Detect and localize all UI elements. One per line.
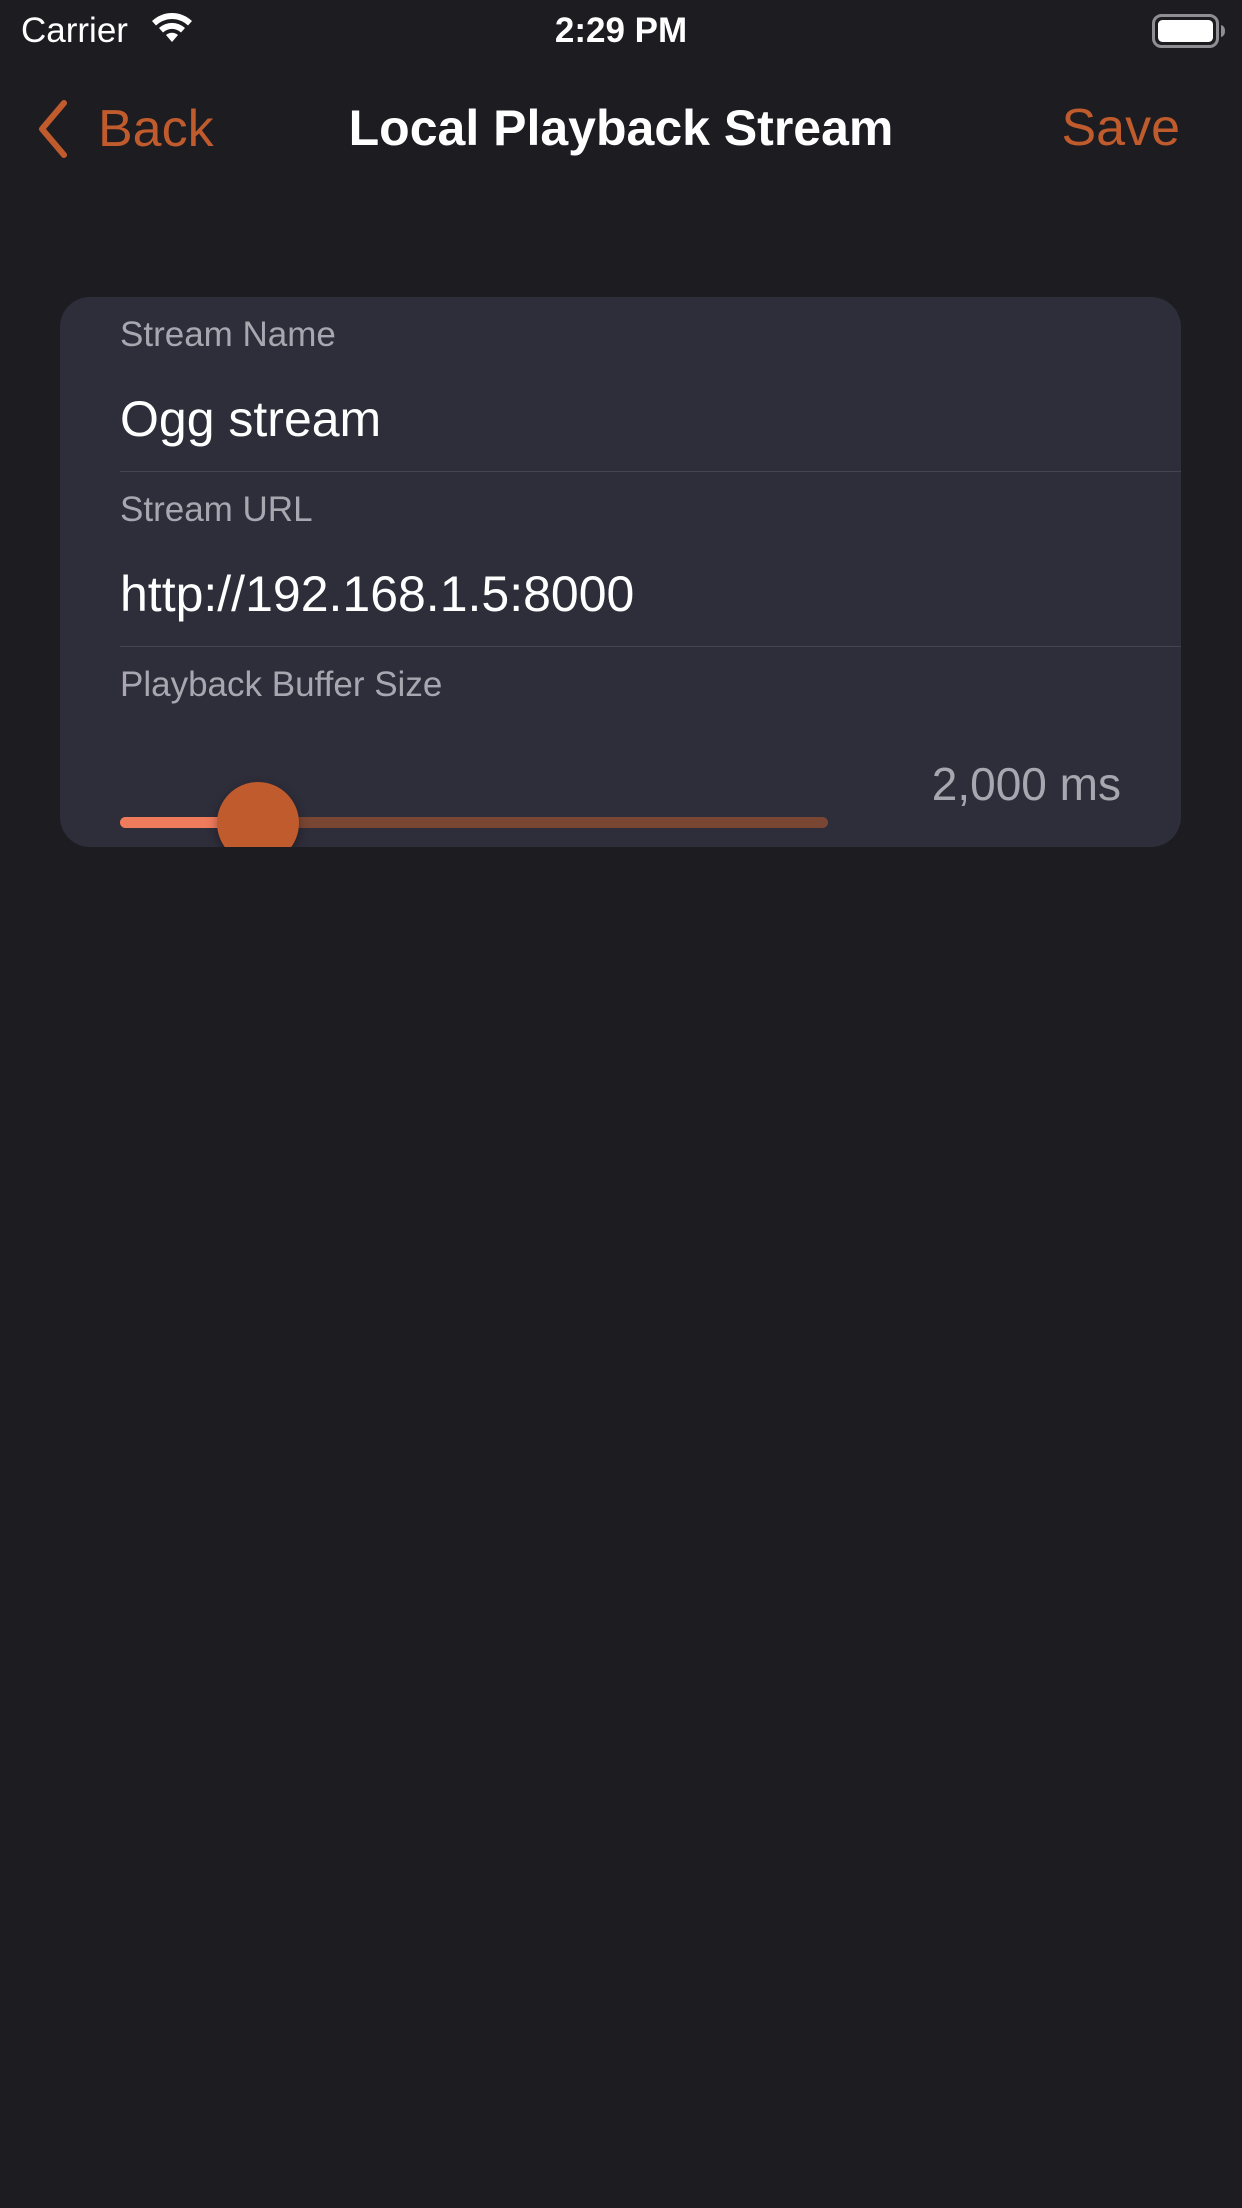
status-bar: Carrier 2:29 PM — [0, 0, 1242, 60]
battery-full-icon — [1152, 14, 1225, 48]
buffer-size-slider[interactable] — [120, 777, 828, 847]
stream-url-field[interactable]: Stream URL http://192.168.1.5:8000 — [120, 472, 1181, 646]
save-button[interactable]: Save — [1061, 98, 1180, 158]
buffer-size-value: 2,000 ms — [931, 758, 1121, 810]
status-time: 2:29 PM — [554, 11, 688, 50]
slider-thumb[interactable] — [217, 782, 300, 847]
stream-name-input[interactable]: Ogg stream — [120, 389, 381, 449]
buffer-size-label: Playback Buffer Size — [120, 665, 443, 704]
screen: Carrier 2:29 PM Back Local Playback Stre… — [0, 0, 1242, 2208]
stream-name-field[interactable]: Stream Name Ogg stream — [120, 297, 1181, 471]
page-title: Local Playback Stream — [348, 100, 894, 156]
stream-settings-card: Stream Name Ogg stream Stream URL http:/… — [60, 297, 1181, 847]
stream-url-input[interactable]: http://192.168.1.5:8000 — [120, 564, 634, 624]
stream-url-label: Stream URL — [120, 490, 313, 529]
stream-name-label: Stream Name — [120, 315, 336, 354]
navigation-bar: Back Local Playback Stream Save — [0, 70, 1242, 186]
